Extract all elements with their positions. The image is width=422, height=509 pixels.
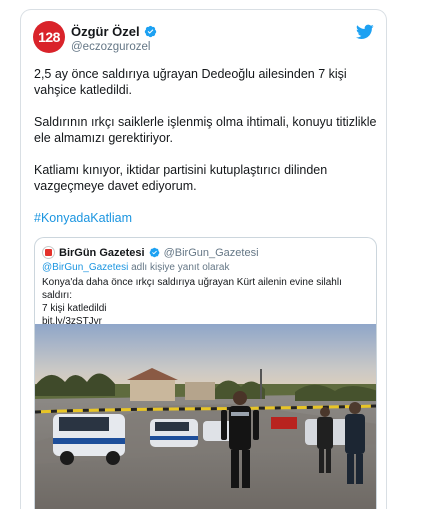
quoted-display-name[interactable]: BirGün Gazetesi: [59, 247, 145, 259]
verified-badge-icon: [144, 25, 157, 38]
author-block[interactable]: Özgür Özel @eczozgurozel: [71, 24, 157, 53]
avatar[interactable]: 128: [33, 21, 65, 53]
tweet-header: 128 Özgür Özel @eczozgurozel: [33, 18, 374, 62]
tweet-paragraph: Katliamı kınıyor, iktidar partisini kutu…: [34, 163, 328, 193]
reply-context-text: adlı kişiye yanıt olarak: [128, 262, 230, 273]
birgun-logo-icon: [45, 249, 52, 256]
quoted-handle[interactable]: @BirGun_Gazetesi: [164, 247, 259, 259]
author-name-row[interactable]: Özgür Özel: [71, 24, 157, 39]
quoted-text-line: 7 kişi katledildi: [42, 303, 107, 314]
reply-mention-link[interactable]: @BirGun_Gazetesi: [42, 262, 128, 273]
verified-badge-icon: [149, 247, 160, 258]
photo-illustration: [35, 324, 376, 509]
quoted-tweet-header: BirGün Gazetesi @BirGun_Gazetesi: [42, 246, 259, 259]
tweet-paragraph: 2,5 ay önce saldırıya uğrayan Dedeoğlu a…: [34, 67, 347, 97]
quoted-text: Konya'da daha önce ırkçı saldırıya uğray…: [42, 276, 372, 328]
quoted-avatar[interactable]: [42, 246, 55, 259]
tweet-paragraph: Saldırının ırkçı saiklerle işlenmiş olma…: [34, 115, 377, 145]
quoted-tweet[interactable]: BirGün Gazetesi @BirGun_Gazetesi @BirGun…: [34, 237, 377, 509]
news-photo[interactable]: [35, 324, 376, 509]
twitter-bird-icon[interactable]: [356, 24, 374, 40]
reply-context: @BirGun_Gazetesi adlı kişiye yanıt olara…: [42, 262, 229, 273]
tweet-text: 2,5 ay önce saldırıya uğrayan Dedeoğlu a…: [34, 66, 379, 242]
author-display-name[interactable]: Özgür Özel: [71, 24, 140, 39]
quoted-text-line: Konya'da daha önce ırkçı saldırıya uğray…: [42, 277, 342, 301]
author-handle[interactable]: @eczozgurozel: [71, 41, 157, 53]
tweet-card[interactable]: 128 Özgür Özel @eczozgurozel 2,5 ay önce…: [20, 9, 387, 509]
hashtag-link[interactable]: #KonyadaKatliam: [34, 211, 132, 225]
